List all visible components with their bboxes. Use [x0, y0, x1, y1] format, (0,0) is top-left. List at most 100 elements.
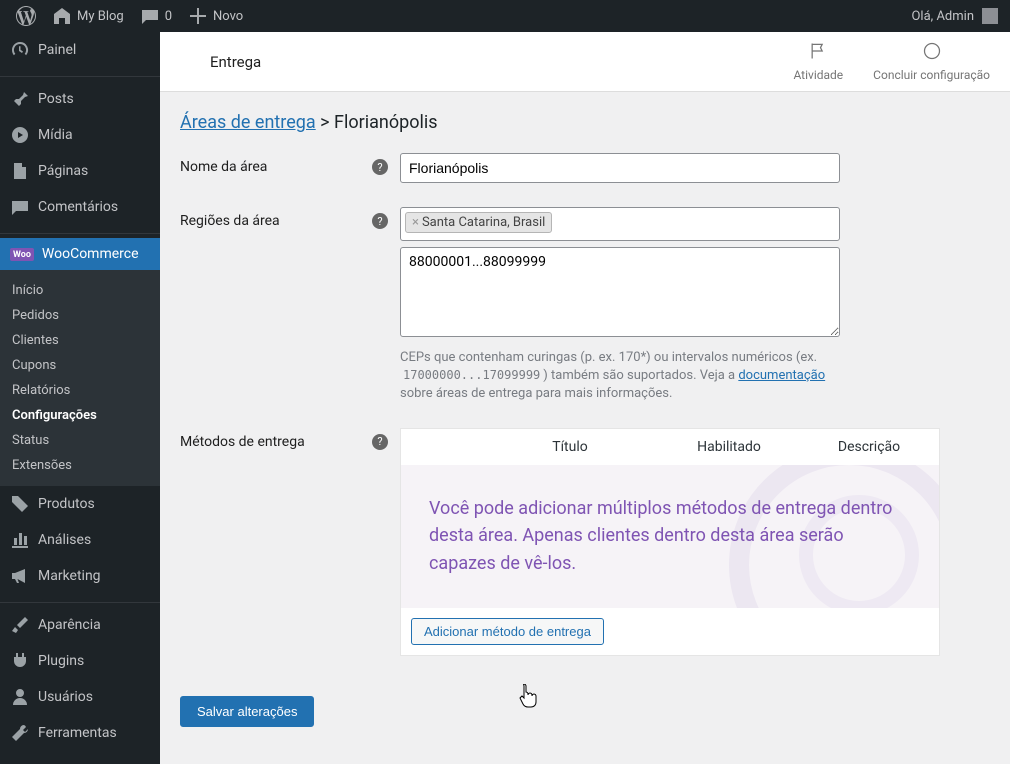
- sidebar-woo-label: WooCommerce: [42, 246, 139, 262]
- sidebar-appearance-label: Aparência: [38, 617, 101, 633]
- new-content-link[interactable]: Novo: [180, 0, 251, 32]
- submenu-orders[interactable]: Pedidos: [0, 303, 160, 328]
- submenu-reports[interactable]: Relatórios: [0, 378, 160, 403]
- region-select[interactable]: ×Santa Catarina, Brasil: [400, 207, 840, 241]
- site-name-link[interactable]: My Blog: [44, 0, 132, 32]
- flag-icon: [808, 41, 828, 61]
- home-icon: [52, 6, 72, 26]
- sidebar-item-dashboard[interactable]: Painel: [0, 32, 160, 68]
- breadcrumb-zones-link[interactable]: Áreas de entrega: [180, 112, 316, 133]
- site-name: My Blog: [77, 9, 124, 24]
- menu-separator: [0, 229, 160, 234]
- admin-bar: My Blog 0 Novo Olá, Admin: [0, 0, 1010, 32]
- wrench-icon: [10, 723, 30, 743]
- col-enabled: Habilitado: [659, 439, 799, 455]
- save-button[interactable]: Salvar alterações: [180, 696, 314, 727]
- sidebar-item-woocommerce[interactable]: Woo WooCommerce: [0, 238, 160, 270]
- remove-tag-icon[interactable]: ×: [412, 215, 419, 230]
- postcodes-hint: CEPs que contenham curingas (p. ex. 170*…: [400, 349, 840, 404]
- plugin-icon: [10, 651, 30, 671]
- sidebar-item-products[interactable]: Produtos: [0, 486, 160, 522]
- sidebar-item-media[interactable]: Mídia: [0, 117, 160, 153]
- new-label: Novo: [213, 9, 243, 24]
- empty-message: Você pode adicionar múltiplos métodos de…: [429, 495, 911, 579]
- page-title: Entrega: [210, 53, 261, 71]
- hint-text: CEPs que contenham curingas (p. ex. 170*…: [400, 350, 817, 365]
- zone-regions-label: Regiões da área: [180, 213, 280, 229]
- circle-icon: [922, 41, 942, 61]
- admin-sidebar: Painel Posts Mídia Páginas Comentários W…: [0, 32, 160, 764]
- hint-text: ) também são suportados. Veja a: [543, 368, 738, 383]
- sidebar-pages-label: Páginas: [38, 163, 88, 179]
- sidebar-posts-label: Posts: [38, 91, 74, 107]
- sidebar-media-label: Mídia: [38, 127, 73, 143]
- sidebar-analytics-label: Análises: [38, 532, 91, 548]
- submenu-extensions[interactable]: Extensões: [0, 453, 160, 478]
- sidebar-item-tools[interactable]: Ferramentas: [0, 715, 160, 751]
- submenu-status[interactable]: Status: [0, 428, 160, 453]
- region-tag: ×Santa Catarina, Brasil: [405, 212, 552, 233]
- methods-label: Métodos de entrega: [180, 434, 305, 450]
- submenu-coupons[interactable]: Cupons: [0, 353, 160, 378]
- menu-separator: [0, 598, 160, 603]
- media-icon: [10, 125, 30, 145]
- submenu-settings[interactable]: Configurações: [0, 403, 160, 428]
- sidebar-dashboard-label: Painel: [38, 42, 76, 58]
- col-title: Título: [481, 439, 659, 455]
- sidebar-item-pages[interactable]: Páginas: [0, 153, 160, 189]
- activity-button[interactable]: Atividade: [793, 41, 843, 82]
- help-tip-icon[interactable]: ?: [372, 434, 388, 450]
- plus-icon: [188, 6, 208, 26]
- chart-icon: [10, 530, 30, 550]
- avatar: [982, 8, 998, 24]
- sidebar-users-label: Usuários: [38, 689, 93, 705]
- sidebar-item-marketing[interactable]: Marketing: [0, 558, 160, 594]
- sidebar-item-users[interactable]: Usuários: [0, 679, 160, 715]
- comment-count: 0: [165, 9, 172, 24]
- sidebar-products-label: Produtos: [38, 496, 95, 512]
- wp-logo[interactable]: [8, 0, 44, 32]
- menu-separator: [0, 72, 160, 77]
- sidebar-item-appearance[interactable]: Aparência: [0, 607, 160, 643]
- sidebar-item-comments[interactable]: Comentários: [0, 189, 160, 225]
- finish-setup-label: Concluir configuração: [873, 68, 990, 82]
- zone-name-label: Nome da área: [180, 159, 267, 175]
- comment-icon: [10, 197, 30, 217]
- user-menu[interactable]: Olá, Admin: [911, 8, 1002, 24]
- region-tag-label: Santa Catarina, Brasil: [422, 215, 545, 230]
- documentation-link[interactable]: documentação: [738, 368, 825, 383]
- products-icon: [10, 494, 30, 514]
- sidebar-item-analytics[interactable]: Análises: [0, 522, 160, 558]
- sidebar-tools-label: Ferramentas: [38, 725, 117, 741]
- hint-code: 17000000...17099999: [400, 367, 543, 383]
- finish-setup-button[interactable]: Concluir configuração: [873, 41, 990, 82]
- sidebar-marketing-label: Marketing: [38, 568, 101, 584]
- dashboard-icon: [10, 40, 30, 60]
- woo-header: Entrega Atividade Concluir configuração: [160, 32, 1010, 92]
- brush-icon: [10, 615, 30, 635]
- col-desc: Descrição: [799, 439, 939, 455]
- help-tip-icon[interactable]: ?: [372, 159, 388, 175]
- sidebar-item-posts[interactable]: Posts: [0, 81, 160, 117]
- woo-submenu: Início Pedidos Clientes Cupons Relatório…: [0, 270, 160, 486]
- table-header: Título Habilitado Descrição: [401, 429, 939, 465]
- hint-text: sobre áreas de entrega para mais informa…: [400, 386, 672, 401]
- submenu-customers[interactable]: Clientes: [0, 328, 160, 353]
- pin-icon: [10, 89, 30, 109]
- breadcrumb: Áreas de entrega > Florianópolis: [180, 112, 990, 133]
- wordpress-icon: [16, 6, 36, 26]
- breadcrumb-sep: >: [316, 112, 334, 133]
- comments-link[interactable]: 0: [132, 0, 180, 32]
- woo-icon: Woo: [10, 248, 34, 261]
- greeting: Olá, Admin: [911, 9, 974, 24]
- shipping-methods-table: Título Habilitado Descrição Você pode ad…: [400, 428, 940, 657]
- activity-label: Atividade: [793, 68, 843, 82]
- sidebar-comments-label: Comentários: [38, 199, 118, 215]
- postcodes-input[interactable]: 88000001...88099999: [400, 247, 840, 337]
- user-icon: [10, 687, 30, 707]
- sidebar-item-plugins[interactable]: Plugins: [0, 643, 160, 679]
- submenu-home[interactable]: Início: [0, 278, 160, 303]
- zone-name-input[interactable]: [400, 153, 840, 183]
- help-tip-icon[interactable]: ?: [372, 213, 388, 229]
- add-method-button[interactable]: Adicionar método de entrega: [411, 618, 604, 645]
